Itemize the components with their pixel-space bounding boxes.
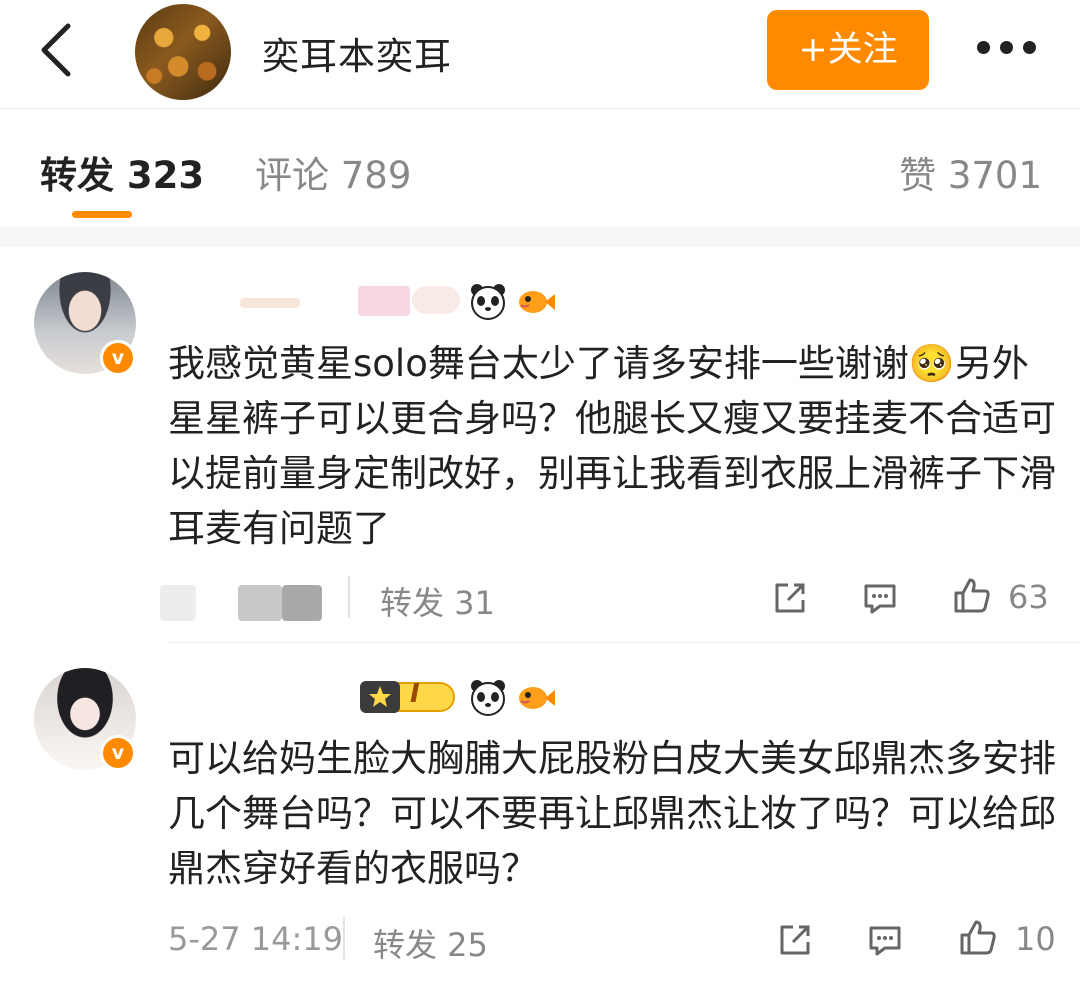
comment-icon[interactable] [865, 920, 905, 960]
repost-count[interactable]: 转发 31 [380, 578, 495, 624]
like-icon[interactable] [958, 918, 998, 958]
repost-count[interactable]: 转发 25 [373, 920, 488, 966]
more-dots-icon[interactable] [975, 38, 1039, 58]
level-label: I [410, 679, 420, 709]
like-icon[interactable] [952, 576, 992, 616]
fish-icon [519, 291, 555, 313]
active-tab-indicator [72, 211, 132, 218]
user-avatar[interactable] [135, 4, 231, 100]
redacted-username [358, 286, 410, 316]
panda-icon [471, 680, 505, 716]
redacted-timestamp [282, 585, 322, 621]
redacted-username [240, 298, 300, 308]
section-divider [0, 227, 1080, 247]
like-count: 10 [1015, 920, 1056, 958]
follow-button[interactable]: +关注 [767, 10, 929, 90]
chevron-left-icon[interactable] [38, 22, 78, 78]
meta-separator [343, 917, 345, 959]
verified-badge: v [100, 340, 136, 376]
page-title[interactable]: 奕耳本奕耳 [262, 26, 452, 80]
comment-text: 我感觉黄星solo舞台太少了请多安排一些谢谢🥺另外星星裤子可以更合身吗？他腿长又… [168, 342, 1056, 550]
comment-text: 可以给妈生脸大胸脯大屁股粉白皮大美女邱鼎杰多安排几个舞台吗？可以不要再让邱鼎杰让… [168, 737, 1056, 890]
comment-icon[interactable] [860, 578, 900, 618]
share-icon[interactable] [770, 578, 810, 618]
redacted-timestamp [160, 585, 196, 621]
redacted-username [412, 286, 460, 314]
tab-comment[interactable]: 评论 789 [255, 145, 411, 199]
verified-badge: v [100, 735, 136, 771]
fish-icon [519, 687, 555, 709]
comment-timestamp: 5-27 14:19 [168, 920, 344, 958]
level-badge-icon [360, 681, 455, 713]
share-icon[interactable] [775, 920, 815, 960]
tab-repost[interactable]: 转发 323 [40, 145, 204, 199]
redacted-timestamp [238, 585, 282, 621]
like-count: 63 [1008, 578, 1049, 616]
tab-like[interactable]: 赞 3701 [899, 145, 1042, 199]
panda-icon [471, 284, 505, 320]
comment-divider [168, 642, 1080, 643]
meta-separator [348, 576, 350, 618]
